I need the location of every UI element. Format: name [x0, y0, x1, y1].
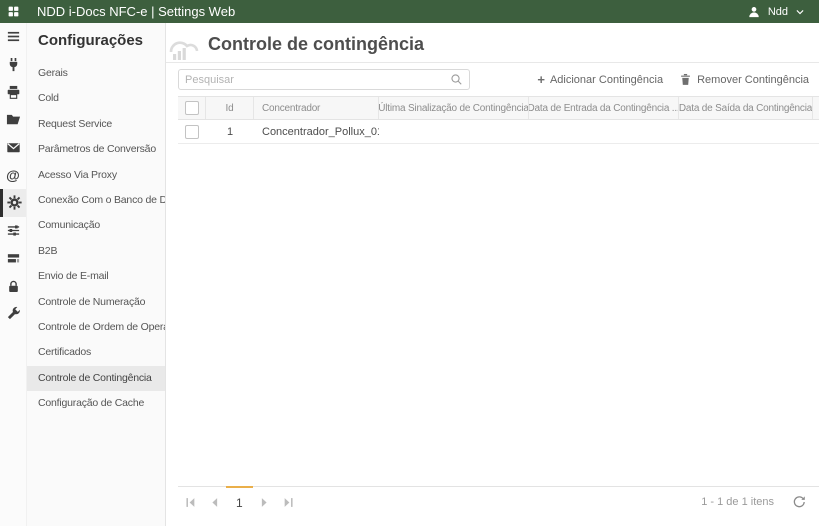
- sidebar-item-b2b[interactable]: B2B: [27, 239, 165, 264]
- plug-icon: [6, 57, 21, 72]
- rail-item-server[interactable]: [0, 245, 26, 273]
- pager: 1 1 - 1 de 1 itens: [178, 486, 819, 517]
- select-all-cell: [178, 97, 206, 119]
- at-icon: @: [6, 168, 20, 182]
- select-all-checkbox[interactable]: [185, 101, 199, 115]
- sidebar-item-gerais[interactable]: Gerais: [27, 61, 165, 86]
- sidebar-item-certificados[interactable]: Certificados: [27, 340, 165, 365]
- sidebar-item-configuracao-de-cache[interactable]: Configuração de Cache: [27, 391, 165, 416]
- settings-sidebar: Configurações Gerais Cold Request Servic…: [27, 23, 166, 526]
- refresh-button[interactable]: [792, 495, 806, 509]
- sidebar-item-controle-de-contingencia[interactable]: Controle de Contingência: [27, 366, 165, 391]
- rail-item-wrench[interactable]: [0, 300, 26, 328]
- remove-contingencia-label: Remover Contingência: [697, 74, 809, 86]
- column-header-data-saida[interactable]: Data de Saída da Contingência: [679, 97, 813, 119]
- previous-page-button[interactable]: [202, 491, 226, 513]
- menu-icon: [6, 29, 21, 44]
- app-title: NDD i-Docs NFC-e | Settings Web: [37, 4, 235, 19]
- column-header-data-entrada[interactable]: Data de Entrada da Contingência ...: [529, 97, 679, 119]
- row-id: 1: [206, 126, 254, 138]
- table-row[interactable]: 1 Concentrador_Pollux_01: [178, 120, 819, 144]
- app-launcher-button[interactable]: [0, 5, 27, 18]
- search-box: [178, 69, 470, 90]
- toolbar: + Adicionar Contingência Remover Conting…: [166, 63, 819, 96]
- search-icon: [450, 73, 463, 86]
- mail-icon: [6, 140, 21, 155]
- rail-item-folder[interactable]: [0, 106, 26, 134]
- rail-item-plug[interactable]: [0, 51, 26, 79]
- trash-icon: [679, 73, 692, 86]
- remove-contingencia-button[interactable]: Remover Contingência: [679, 73, 809, 86]
- sidebar-item-request-service[interactable]: Request Service: [27, 112, 165, 137]
- content-header: Controle de contingência: [166, 23, 819, 63]
- sliders-icon: [6, 223, 21, 238]
- sidebar-item-envio-de-email[interactable]: Envio de E-mail: [27, 264, 165, 289]
- user-name: Ndd: [768, 6, 788, 18]
- next-page-button[interactable]: [253, 491, 277, 513]
- plus-icon: +: [537, 73, 545, 86]
- column-header-ultima-sinalizacao[interactable]: Última Sinalização de Contingência: [379, 97, 529, 119]
- search-input[interactable]: [179, 74, 448, 86]
- search-button[interactable]: [448, 73, 469, 86]
- settings-web-window: NDD i-Docs NFC-e | Settings Web Ndd @: [0, 0, 819, 526]
- sidebar-item-controle-de-ordem-de-operacao[interactable]: Controle de Ordem de Operação: [27, 315, 165, 340]
- rail-item-lock[interactable]: [0, 272, 26, 300]
- printer-icon: [6, 85, 21, 100]
- sidebar-item-conexao-banco-de-dados[interactable]: Conexão Com o Banco de Dados: [27, 188, 165, 213]
- column-header-concentrador[interactable]: Concentrador: [254, 97, 379, 119]
- current-page-button[interactable]: 1: [226, 486, 253, 517]
- last-page-button[interactable]: [277, 491, 301, 513]
- first-page-button[interactable]: [178, 491, 202, 513]
- rail-item-settings[interactable]: [0, 189, 26, 217]
- pager-right: 1 - 1 de 1 itens: [701, 495, 819, 509]
- waffle-icon: [7, 5, 20, 18]
- add-contingencia-label: Adicionar Contingência: [550, 74, 663, 86]
- rail-item-at[interactable]: @: [0, 161, 26, 189]
- seek-first-icon: [185, 497, 196, 508]
- sidebar-title: Configurações: [27, 23, 165, 61]
- rail-item-mail[interactable]: [0, 134, 26, 162]
- column-header-stub: [813, 97, 819, 119]
- wrench-icon: [6, 306, 21, 321]
- sidebar-item-acesso-via-proxy[interactable]: Acesso Via Proxy: [27, 163, 165, 188]
- user-menu[interactable]: Ndd: [747, 5, 819, 19]
- column-header-id[interactable]: Id: [206, 97, 254, 119]
- row-concentrador: Concentrador_Pollux_01: [254, 126, 379, 138]
- main-content: Controle de contingência + Adicionar Con…: [166, 23, 819, 526]
- grid-header-row: Id Concentrador Última Sinalização de Co…: [178, 97, 819, 120]
- contingencia-grid: Id Concentrador Última Sinalização de Co…: [178, 96, 819, 144]
- arrow-right-icon: [259, 497, 270, 508]
- server-icon: [6, 251, 21, 266]
- sidebar-item-parametros-de-conversao[interactable]: Parâmetros de Conversão: [27, 137, 165, 162]
- page-title: Controle de contingência: [208, 34, 424, 55]
- arrow-left-icon: [209, 497, 220, 508]
- sidebar-item-cold[interactable]: Cold: [27, 86, 165, 111]
- folder-icon: [6, 112, 21, 127]
- row-checkbox[interactable]: [185, 125, 199, 139]
- seek-last-icon: [283, 497, 294, 508]
- pager-info: 1 - 1 de 1 itens: [701, 496, 774, 508]
- icon-rail: @: [0, 23, 27, 526]
- cloud-chart-icon: [168, 34, 200, 61]
- add-contingencia-button[interactable]: + Adicionar Contingência: [537, 73, 663, 86]
- rail-item-sliders[interactable]: [0, 217, 26, 245]
- sidebar-item-comunicacao[interactable]: Comunicação: [27, 213, 165, 238]
- toolbar-actions: + Adicionar Contingência Remover Conting…: [537, 73, 819, 86]
- refresh-icon: [792, 495, 806, 509]
- lock-icon: [6, 279, 21, 294]
- rail-item-printer[interactable]: [0, 78, 26, 106]
- chevron-down-icon: [795, 7, 805, 17]
- row-select-cell: [178, 125, 206, 139]
- gear-icon: [7, 195, 22, 210]
- topbar: NDD i-Docs NFC-e | Settings Web Ndd: [0, 0, 819, 23]
- sidebar-item-controle-de-numeracao[interactable]: Controle de Numeração: [27, 290, 165, 315]
- rail-item-menu[interactable]: [0, 23, 26, 51]
- user-icon: [747, 5, 761, 19]
